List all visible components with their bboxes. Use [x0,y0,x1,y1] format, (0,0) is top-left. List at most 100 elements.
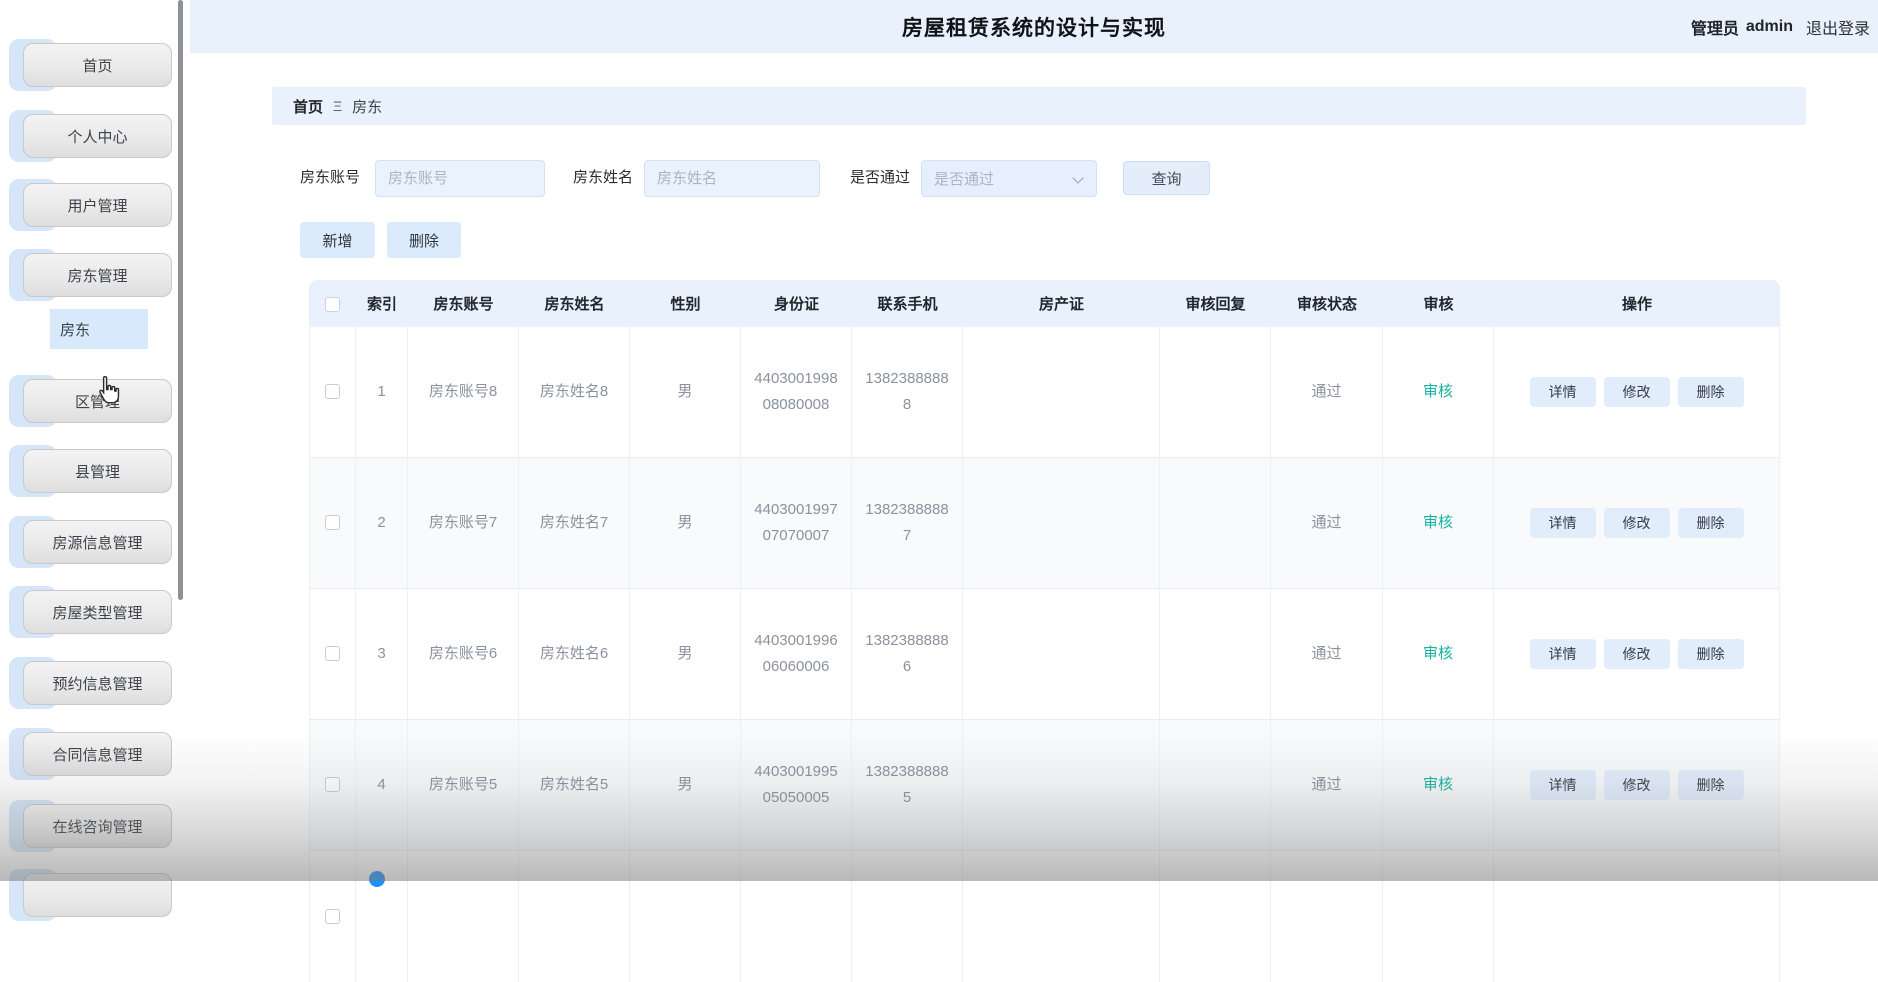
pass-status-select[interactable]: 是否通过 [921,160,1097,197]
pass-status-select-placeholder: 是否通过 [934,171,995,188]
sidebar-item-house-type-management[interactable]: 房屋类型管理 [9,586,172,638]
col-property-cert: 房产证 [963,280,1160,327]
sidebar-subitem-landlord-active[interactable]: 房东 [50,309,148,349]
detail-button[interactable]: 详情 [1529,508,1596,538]
landlord-account-input[interactable] [375,160,545,197]
cell-account: 房东账号6 [408,589,519,720]
select-all-checkbox[interactable] [325,296,340,312]
review-link[interactable]: 审核 [1423,645,1453,662]
user-role-label: 管理员 [1690,20,1739,38]
cell-review-reply [1160,458,1271,589]
sidebar-item-label [23,873,172,917]
row-delete-button[interactable]: 删除 [1677,770,1744,800]
row-checkbox[interactable] [325,777,340,793]
col-idcard: 身份证 [741,280,852,327]
sidebar-item-label: 房东管理 [23,253,172,297]
row-checkbox[interactable] [325,908,340,924]
sidebar-item-label: 在线咨询管理 [23,804,172,848]
sidebar: 首页 个人中心 用户管理 房东管理 房东 区管理 县管理 房源信息管理 房屋类型… [0,0,190,921]
row-delete-button[interactable]: 删除 [1677,377,1744,407]
row-delete-button[interactable]: 删除 [1677,639,1744,669]
sidebar-item-housing-info-management[interactable]: 房源信息管理 [9,516,172,568]
cell-operations: 详情 修改 删除 [1494,327,1780,458]
sidebar-item-partial[interactable] [9,869,172,921]
col-account: 房东账号 [408,280,519,327]
sidebar-item-contract-info-management[interactable]: 合同信息管理 [9,728,172,780]
edit-button[interactable]: 修改 [1603,770,1670,800]
table-row: 4 房东账号5 房东姓名5 男 440300199505050005 13823… [309,720,1780,851]
header-checkbox-cell [309,280,356,327]
loading-dot [369,871,385,887]
cell-operations: 详情 修改 删除 [1494,589,1780,720]
cell-account: 房东账号5 [408,720,519,851]
table-header-row: 索引 房东账号 房东姓名 性别 身份证 联系手机 房产证 审核回复 审核状态 审… [309,280,1780,327]
detail-button[interactable]: 详情 [1529,639,1596,669]
sidebar-item-district-management[interactable]: 区管理 [9,375,172,427]
cell-review-reply [1160,720,1271,851]
cell-review-reply [1160,589,1271,720]
edit-button[interactable]: 修改 [1603,508,1670,538]
col-review-reply: 审核回复 [1160,280,1271,327]
cell-idcard: 440300199606060006 [741,589,852,720]
cell-gender: 男 [630,327,741,458]
cell-account: 房东账号8 [408,327,519,458]
add-button[interactable]: 新增 [300,222,375,258]
cell-review-status: 通过 [1271,589,1383,720]
sidebar-item-label: 预约信息管理 [23,661,172,705]
review-link[interactable]: 审核 [1423,383,1453,400]
sidebar-item-label: 用户管理 [23,183,172,227]
sidebar-item-label: 区管理 [23,379,172,423]
edit-button[interactable]: 修改 [1603,377,1670,407]
sidebar-item-appointment-info-management[interactable]: 预约信息管理 [9,657,172,709]
page-title: 房屋租赁系统的设计与实现 [902,16,1166,40]
cell-gender: 男 [630,589,741,720]
sidebar-item-label: 房源信息管理 [23,520,172,564]
review-link[interactable]: 审核 [1423,776,1453,793]
delete-button[interactable]: 删除 [387,222,461,258]
cell-index: 1 [356,327,408,458]
detail-button[interactable]: 详情 [1529,770,1596,800]
edit-button[interactable]: 修改 [1603,639,1670,669]
sidebar-item-label: 县管理 [23,449,172,493]
row-delete-button[interactable]: 删除 [1677,508,1744,538]
detail-button[interactable]: 详情 [1529,377,1596,407]
row-checkbox[interactable] [325,384,340,400]
row-checkbox[interactable] [325,646,340,662]
cell-review-reply [1160,327,1271,458]
landlord-name-input[interactable] [644,160,820,197]
col-operations: 操作 [1494,280,1780,327]
cell-index: 2 [356,458,408,589]
sidebar-item-user-management[interactable]: 用户管理 [9,179,172,231]
cell-index: 4 [356,720,408,851]
cell-phone: 13823888887 [852,458,963,589]
sidebar-item-personal-center[interactable]: 个人中心 [9,110,172,162]
sidebar-item-online-consult-management[interactable]: 在线咨询管理 [9,800,172,852]
breadcrumb: 首页 Ξ 房东 [272,87,1806,125]
sidebar-item-label: 首页 [23,43,172,87]
col-gender: 性别 [630,280,741,327]
username: admin [1745,17,1793,35]
col-review: 审核 [1383,280,1494,327]
sidebar-scrollbar-thumb[interactable] [178,0,183,600]
cell-gender: 男 [630,720,741,851]
user-info: 管理员 admin 退出登录 [1691,0,1870,53]
landlord-account-label: 房东账号 [300,169,361,186]
breadcrumb-home-link[interactable]: 首页 [293,96,323,117]
sidebar-item-landlord-management[interactable]: 房东管理 [9,249,172,301]
logout-link[interactable]: 退出登录 [1806,15,1870,39]
top-header-bar: 房屋租赁系统的设计与实现 管理员 admin 退出登录 [190,0,1878,53]
sidebar-item-home[interactable]: 首页 [9,39,172,91]
cell-name: 房东姓名6 [519,589,630,720]
cell-idcard: 440300199505050005 [741,720,852,851]
pass-status-label: 是否通过 [850,169,911,186]
cell-property-cert [963,458,1160,589]
sidebar-item-label: 个人中心 [23,114,172,158]
cell-account: 房东账号7 [408,458,519,589]
col-review-status: 审核状态 [1271,280,1383,327]
query-button[interactable]: 查询 [1123,161,1210,195]
cell-phone: 13823888886 [852,589,963,720]
review-link[interactable]: 审核 [1423,514,1453,531]
row-checkbox[interactable] [325,515,340,531]
cell-operations: 详情 修改 删除 [1494,720,1780,851]
sidebar-item-county-management[interactable]: 县管理 [9,445,172,497]
